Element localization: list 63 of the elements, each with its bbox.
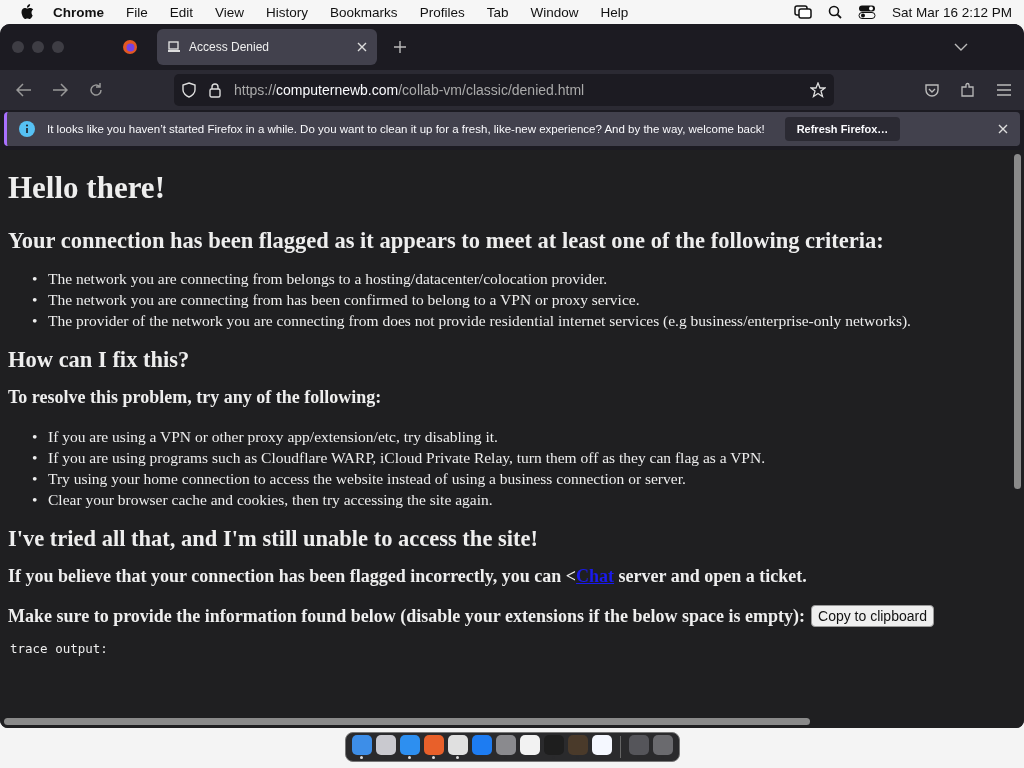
menu-item[interactable]: Edit	[169, 4, 194, 20]
app-icon[interactable]	[375, 735, 396, 755]
tab-list-icon[interactable]	[954, 43, 968, 51]
menu-item[interactable]: View	[215, 4, 245, 20]
menu-item[interactable]: File	[126, 4, 148, 20]
reload-icon[interactable]	[88, 82, 104, 98]
list-item: The network you are connecting from belongs to a hosting/datacenter/colocation provider.	[48, 269, 608, 289]
browser-tab[interactable]: Access Denied	[157, 29, 377, 65]
bullet: •	[32, 427, 39, 447]
list-item: Clear your browser cache and cookies, then try accessing the site again.	[48, 490, 493, 510]
menu-item[interactable]: Profiles	[419, 4, 465, 20]
copy-button[interactable]: Copy to clipboard	[811, 605, 934, 627]
menu-item[interactable]: Window	[530, 4, 579, 20]
section-heading: How can I fix this?	[8, 347, 191, 373]
new-tab-icon[interactable]	[393, 40, 407, 54]
menu-item[interactable]: Bookmarks	[330, 4, 398, 20]
apple-icon[interactable]	[20, 4, 34, 20]
scrollbar-thumb[interactable]	[1014, 154, 1021, 489]
menu-item[interactable]: Help	[600, 4, 629, 20]
firefox-view-icon[interactable]	[122, 39, 138, 55]
menu-item[interactable]: Tab	[486, 4, 509, 20]
lock-icon[interactable]	[208, 82, 222, 98]
shield-icon[interactable]	[182, 82, 196, 98]
bullet: •	[32, 469, 39, 489]
bookmark-star-icon[interactable]	[810, 82, 826, 98]
subheading: To resolve this problem, try any of the following:	[8, 387, 383, 408]
contact-sentence: If you believe that your connection has been flagged incorrectly, you can <Chat server and open a ticket.	[8, 566, 808, 587]
bullet: •	[32, 311, 39, 331]
instruction-text: Make sure to provide the information found below (disable your extensions if the below space is empty):	[8, 605, 805, 627]
forward-icon[interactable]	[52, 82, 68, 98]
list-item: If you are using a VPN or other proxy app/extension/etc, try disabling it.	[48, 427, 498, 447]
section-heading: Your connection has been flagged as it appears to meet at least one of the following criteria:	[8, 228, 885, 254]
control-center-icon[interactable]	[857, 5, 876, 19]
url-text: https://computernewb.com/collab-vm/classic/denied.html	[234, 82, 585, 98]
menu-clock: Sat Mar 16 2:12 PM	[891, 4, 1012, 20]
list-item: Try using your home connection to access the website instead of using a business connection or server.	[48, 469, 686, 489]
menu-item[interactable]: Chrome	[53, 4, 104, 20]
page-heading: Hello there!	[8, 170, 166, 206]
back-icon[interactable]	[16, 82, 32, 98]
bullet: •	[32, 448, 39, 468]
scrollbar-thumb[interactable]	[4, 718, 810, 725]
close-icon[interactable]	[357, 42, 367, 52]
menu-icon[interactable]	[996, 82, 1012, 98]
section-heading: I've tried all that, and I'm still unable to access the site!	[8, 526, 539, 552]
list-item: The network you are connecting from has been confirmed to belong to a VPN or proxy service.	[48, 290, 640, 310]
close-icon[interactable]	[998, 124, 1008, 134]
computer-icon	[167, 40, 181, 54]
info-icon	[19, 121, 35, 137]
screen-mirroring-icon[interactable]	[793, 5, 812, 19]
bullet: •	[32, 490, 39, 510]
app-icon[interactable]	[591, 735, 612, 755]
notification-message: It looks like you haven’t started Firefox in a while. Do you want to clean it up for a fresh, like-new experience? And by the way, welcome back!	[47, 123, 765, 135]
app-icon[interactable]	[447, 735, 468, 755]
menu-item[interactable]: History	[266, 4, 309, 20]
refresh-firefox-button[interactable]: Refresh Firefox…	[784, 117, 901, 141]
bullet: •	[32, 290, 39, 310]
list-item: The provider of the network you are connecting from does not provide residential internet services (e.g business/enterprise-only networks).	[48, 311, 911, 331]
search-icon[interactable]	[827, 5, 842, 19]
app-icon[interactable]	[519, 735, 540, 755]
bullet: •	[32, 269, 39, 289]
address-bar[interactable]: https://computernewb.com/collab-vm/classic/denied.html	[174, 74, 834, 106]
trace-output-text: trace output:	[10, 641, 109, 656]
list-item: If you are using programs such as Cloudflare WARP, iCloud Private Relay, turn them off as they can flag as a VPN.	[48, 448, 766, 468]
